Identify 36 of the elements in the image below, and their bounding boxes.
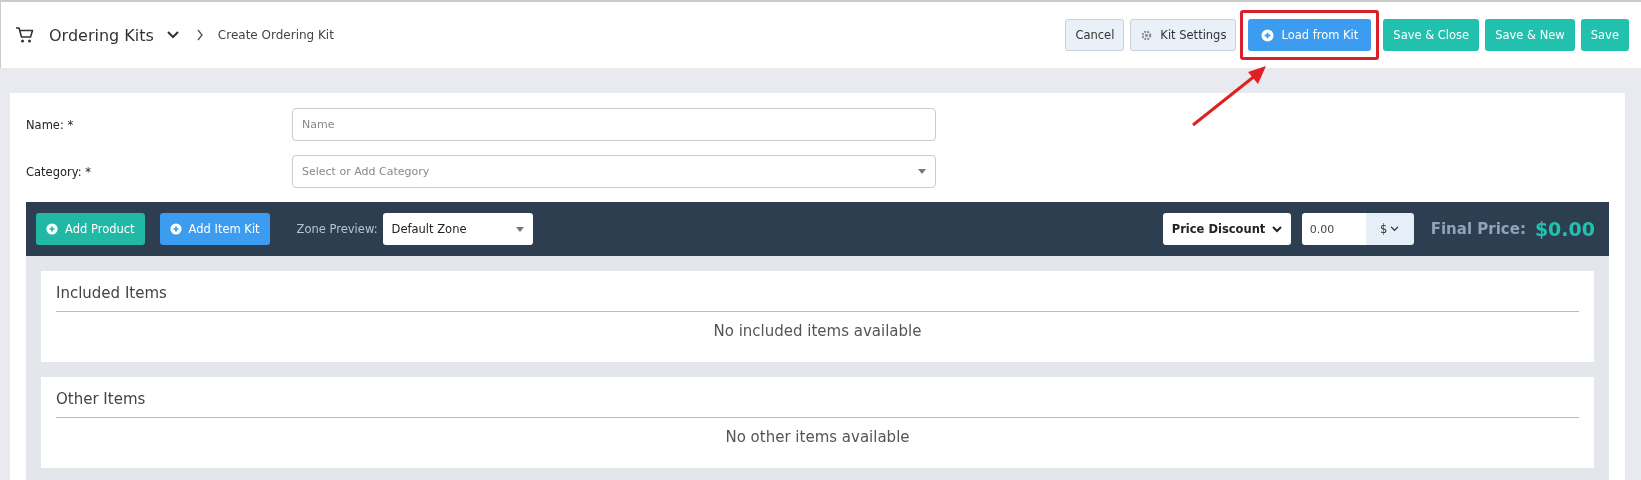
chevron-down-icon — [1271, 225, 1282, 233]
chevron-right-icon — [195, 29, 204, 41]
unit-dropdown[interactable]: $ — [1365, 213, 1414, 245]
category-select[interactable]: Select or Add Category — [292, 155, 936, 188]
zone-select[interactable]: Default Zone — [382, 213, 533, 245]
cart-icon[interactable] — [15, 26, 35, 44]
zone-label: Zone Preview: — [296, 222, 378, 236]
discount-select[interactable]: Price Discount — [1162, 213, 1291, 245]
chevron-down-icon — [1390, 226, 1400, 232]
section-title: Included Items — [56, 271, 1579, 312]
final-price-label: Final Price: — [1430, 220, 1526, 238]
plus-circle-icon — [46, 223, 58, 235]
save-button[interactable]: Save & Close — [1383, 19, 1480, 51]
page-title: Ordering Kits — [49, 25, 154, 45]
save-button[interactable]: Save — [1580, 19, 1629, 51]
plus-circle-icon — [1261, 28, 1275, 42]
name-field[interactable]: Name — [292, 108, 936, 141]
dropdown-caret-icon — [918, 169, 926, 174]
settings-button[interactable]: Kit Settings — [1130, 19, 1237, 51]
discount-field[interactable]: 0.00 — [1301, 213, 1366, 245]
save-button[interactable]: Save & New — [1485, 19, 1575, 51]
section-title: Other Items — [56, 377, 1579, 418]
add-product-button[interactable]: Add Product — [36, 213, 145, 245]
empty-message: No included items available — [712, 321, 923, 340]
gear-icon — [1140, 28, 1154, 42]
add-kit-button[interactable]: Add Item Kit — [159, 213, 270, 245]
load-button[interactable]: Load from Kit — [1248, 19, 1372, 51]
final-price: $0.00 — [1534, 218, 1595, 240]
empty-message: No other items available — [724, 427, 911, 446]
dropdown-caret-icon — [515, 226, 524, 232]
cancel-button[interactable]: Cancel — [1065, 19, 1125, 51]
field-label: Name: * — [26, 117, 75, 132]
field-label: Category: * — [26, 164, 92, 179]
breadcrumb: Create Ordering Kit — [217, 28, 334, 42]
chevron-down-icon[interactable] — [165, 30, 180, 40]
plus-circle-icon — [169, 223, 182, 235]
